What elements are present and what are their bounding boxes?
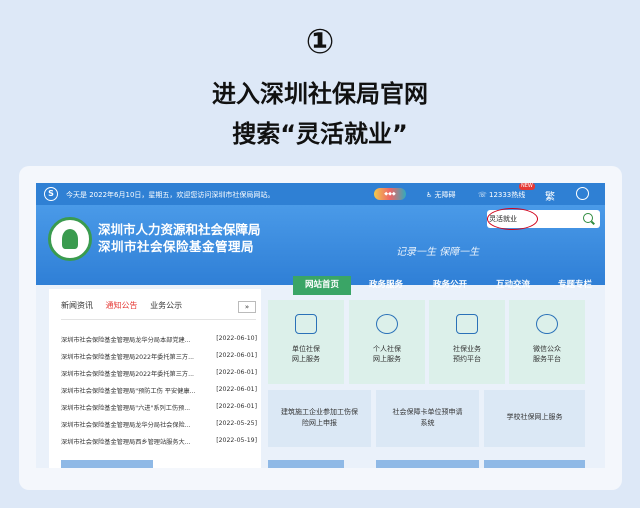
building-icon <box>295 314 317 334</box>
news-title: 深圳市社会保险基金管理局2022年委托第三方... <box>61 371 195 378</box>
news-tabs: 新闻资讯 通知公告 业务公示 <box>61 300 192 311</box>
site-header: 深圳市人力资源和社会保障局 深圳市社会保险基金管理局 记录一生 保障一生 网站首… <box>36 205 605 295</box>
service-tile-social-card[interactable]: 社会保障卡单位预申请 系统 <box>376 390 479 447</box>
news-title: 深圳市社会保险基金管理局2022年委托第三方... <box>61 354 195 361</box>
accessibility-label: 无障碍 <box>434 191 456 199</box>
service-tile-employer[interactable]: 单位社保 网上服务 <box>268 300 344 384</box>
news-date: [2022-06-01] <box>216 403 257 410</box>
service-label: 网上服务 <box>373 355 401 363</box>
news-title: 深圳市社会保险基金管理局"预防工伤 平安健康... <box>61 388 196 395</box>
settings-icon[interactable] <box>576 187 589 200</box>
service-label: 网上服务 <box>292 355 320 363</box>
tab-divider <box>61 319 256 320</box>
hotline-link[interactable]: ☏ 12333热线 <box>478 190 525 200</box>
service-label: 微信公众 <box>533 345 561 353</box>
banner-strip <box>61 460 153 468</box>
news-date: [2022-06-10] <box>216 335 257 342</box>
news-panel: 新闻资讯 通知公告 业务公示 » 深圳市社会保险基金管理局龙华分局本部党建...… <box>49 289 261 468</box>
service-tile-school[interactable]: 学校社保网上服务 <box>484 390 585 447</box>
accessibility-link[interactable]: ♿ 无障碍 <box>426 190 456 200</box>
news-title: 深圳市社会保险基金管理局龙华分局社会保险... <box>61 422 191 429</box>
nav-special[interactable]: 专题专栏 <box>558 276 592 295</box>
news-date: [2022-06-01] <box>216 352 257 359</box>
calendar-icon <box>456 314 478 334</box>
tab-notices[interactable]: 通知公告 <box>106 301 138 310</box>
search-icon[interactable] <box>583 213 593 223</box>
news-date: [2022-06-01] <box>216 369 257 376</box>
more-button[interactable]: » <box>238 301 256 313</box>
list-item[interactable]: 深圳市社会保险基金管理局"六进"系列工伤预... [2022-06-01] <box>61 403 257 415</box>
list-item[interactable]: 深圳市社会保险基金管理局龙华分局社会保险... [2022-05-25] <box>61 420 257 432</box>
news-title: 深圳市社会保险基金管理局"六进"系列工伤预... <box>61 405 191 412</box>
hotline-new-badge: NEW <box>519 183 535 190</box>
search-box <box>487 208 600 230</box>
org-name-line-2: 深圳市社会保险基金管理局 <box>98 239 255 254</box>
service-label: 单位社保 <box>292 345 320 353</box>
tab-news[interactable]: 新闻资讯 <box>61 301 93 310</box>
service-tile-personal[interactable]: 个人社保 网上服务 <box>349 300 425 384</box>
nav-interaction[interactable]: 互动交流 <box>496 276 530 295</box>
list-item[interactable]: 深圳市社会保险基金管理局西乡管理站服务大... [2022-05-19] <box>61 437 257 449</box>
service-label: 学校社保网上服务 <box>506 413 563 421</box>
service-label: 险网上申报 <box>302 419 337 427</box>
news-date: [2022-05-19] <box>216 437 257 444</box>
service-label: 服务平台 <box>533 355 561 363</box>
step-number: ① <box>305 22 335 62</box>
headline-line-2: 搜索“灵活就业” <box>232 120 408 148</box>
list-item[interactable]: 深圳市社会保险基金管理局2022年委托第三方... [2022-06-01] <box>61 369 257 381</box>
hotline-label: 12333热线 <box>488 191 526 199</box>
news-title: 深圳市社会保险基金管理局龙华分局本部党建... <box>61 337 191 344</box>
wechat-icon <box>536 314 558 334</box>
list-item[interactable]: 深圳市社会保险基金管理局"预防工伤 平安健康... [2022-06-01] <box>61 386 257 398</box>
service-tile-construction[interactable]: 建筑施工企业参加工伤保 险网上申报 <box>268 390 371 447</box>
service-label: 预约平台 <box>453 355 481 363</box>
news-title: 深圳市社会保险基金管理局西乡管理站服务大... <box>61 439 191 446</box>
site-logo-icon[interactable]: S <box>44 187 58 201</box>
person-icon <box>376 314 398 334</box>
banner-strip <box>376 460 479 468</box>
slogan: 记录一生 保障一生 <box>396 247 480 258</box>
headline-line-1: 进入深圳社保局官网 <box>212 80 428 108</box>
tab-business[interactable]: 业务公示 <box>150 301 182 310</box>
service-label: 建筑施工企业参加工伤保 <box>281 408 358 416</box>
emblem-icon <box>48 217 92 261</box>
service-tile-wechat[interactable]: 微信公众 服务平台 <box>509 300 585 384</box>
news-date: [2022-06-01] <box>216 386 257 393</box>
service-label: 社保业务 <box>453 345 481 353</box>
anniversary-badge-icon: ◆◆◆ <box>374 188 406 200</box>
welcome-text: 今天是 2022年6月10日，星期五，欢迎您访问深圳市社保局网站。 <box>66 191 275 199</box>
nav-affairs[interactable]: 政务服务 <box>369 276 403 295</box>
list-item[interactable]: 深圳市社会保险基金管理局龙华分局本部党建... [2022-06-10] <box>61 335 257 347</box>
service-label: 系统 <box>420 419 435 427</box>
nav-home[interactable]: 网站首页 <box>293 276 352 295</box>
service-tile-appointment[interactable]: 社保业务 预约平台 <box>429 300 505 384</box>
highlight-oval <box>487 208 538 230</box>
service-label: 社会保障卡单位预申请 <box>392 408 463 416</box>
banner-strip <box>268 460 344 468</box>
news-date: [2022-05-25] <box>216 420 257 427</box>
nav-public[interactable]: 政务公开 <box>433 276 467 295</box>
banner-strip <box>484 460 585 468</box>
website-screenshot: S 今天是 2022年6月10日，星期五，欢迎您访问深圳市社保局网站。 ◆◆◆ … <box>36 183 605 468</box>
list-item[interactable]: 深圳市社会保险基金管理局2022年委托第三方... [2022-06-01] <box>61 352 257 364</box>
top-bar: S 今天是 2022年6月10日，星期五，欢迎您访问深圳市社保局网站。 ◆◆◆ … <box>36 183 605 205</box>
service-label: 个人社保 <box>373 345 401 353</box>
traditional-chinese-toggle[interactable]: 繁 <box>545 188 555 203</box>
